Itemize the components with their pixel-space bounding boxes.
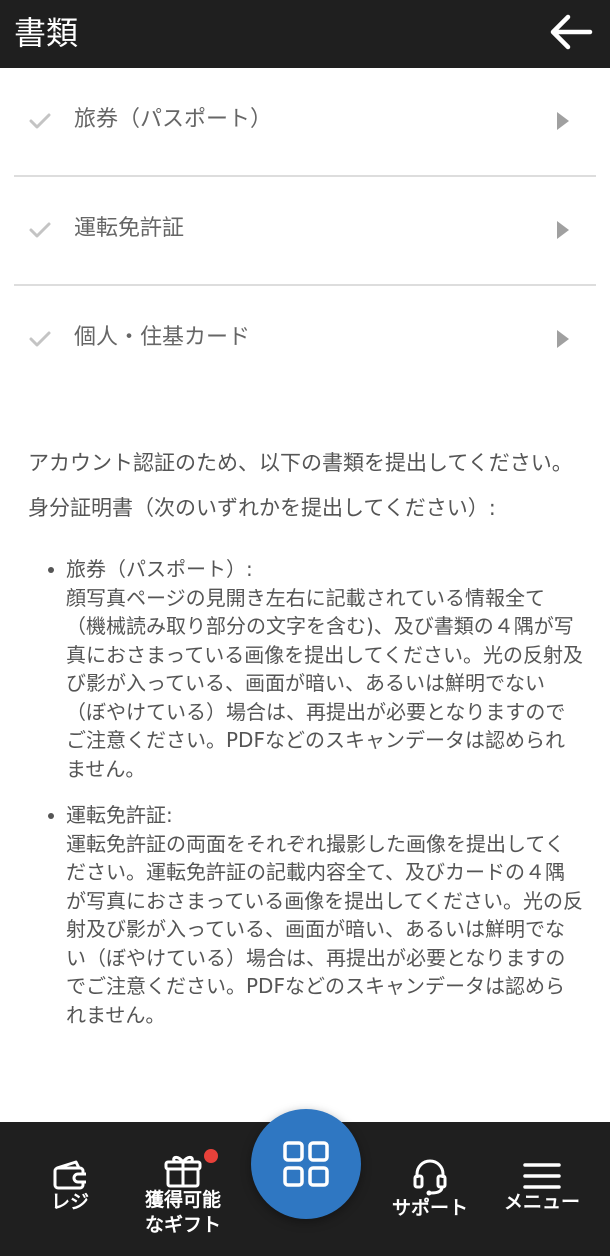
nav-register-label: レジ	[50, 1191, 89, 1213]
triangle-right-icon	[557, 330, 569, 348]
intro-text: アカウント認証のため、以下の書類を提出してください。	[28, 451, 573, 475]
check-icon	[29, 331, 51, 347]
document-label: 旅券（パスポート）	[74, 107, 273, 132]
nav-available-gifts[interactable]: 獲得可能 なギフト	[128, 1122, 238, 1256]
instructions: アカウント認証のため、以下の書類を提出してください。 身分証明書（次のいずれかを…	[28, 448, 584, 1047]
nav-menu-label: メニュー	[503, 1191, 580, 1213]
gift-icon	[164, 1155, 202, 1188]
wallet-icon	[53, 1160, 86, 1190]
triangle-right-icon	[557, 112, 569, 130]
check-icon	[29, 113, 51, 129]
requirements-list: 旅券（パスポート）: 顔写真ページの見開き左右に記載されている情報全て（機械読み…	[28, 555, 584, 1029]
nav-register[interactable]: レジ	[30, 1122, 110, 1256]
id-heading: 身分証明書（次のいずれかを提出してください）:	[28, 496, 496, 520]
document-label: 個人・住基カード	[74, 325, 251, 350]
triangle-right-icon	[557, 221, 569, 239]
nav-menu[interactable]: メニュー	[494, 1122, 590, 1256]
arrow-left-icon	[550, 14, 593, 50]
document-item-id-card[interactable]: 個人・住基カード	[14, 286, 596, 395]
nav-support-label: サポート	[391, 1197, 468, 1219]
list-item-title: 運転免許証:	[66, 803, 173, 827]
nav-gifts-label-line1: 獲得可能	[144, 1189, 221, 1211]
list-item: 運転免許証: 運転免許証の両面をそれぞれ撮影した画像を提出してください。運転免許…	[48, 801, 584, 1029]
document-label: 運転免許証	[74, 216, 185, 241]
document-item-passport[interactable]: 旅券（パスポート）	[14, 68, 596, 177]
nav-gifts-label-line2: なギフト	[144, 1214, 221, 1236]
check-icon	[29, 222, 51, 238]
list-item: 旅券（パスポート）: 顔写真ページの見開き左右に記載されている情報全て（機械読み…	[48, 555, 584, 783]
document-list: 旅券（パスポート） 運転免許証 個人・住基カード	[14, 68, 596, 395]
document-item-drivers-license[interactable]: 運転免許証	[14, 177, 596, 286]
headset-icon	[413, 1159, 447, 1196]
list-item-body: 顔写真ページの見開き左右に記載されている情報全て（機械読み取り部分の文字を含む)…	[66, 585, 583, 781]
back-button[interactable]	[544, 10, 596, 54]
page-title: 書類	[14, 14, 79, 52]
home-grid-button[interactable]	[251, 1109, 361, 1219]
list-item-body: 運転免許証の両面をそれぞれ撮影した画像を提出してください。運転免許証の記載内容全…	[66, 831, 583, 1027]
notification-dot	[204, 1149, 218, 1163]
app-header: 書類	[0, 0, 610, 68]
list-item-title: 旅券（パスポート）:	[66, 557, 253, 581]
nav-support[interactable]: サポート	[380, 1122, 480, 1256]
hamburger-icon	[523, 1163, 561, 1189]
grid-icon	[283, 1141, 329, 1187]
